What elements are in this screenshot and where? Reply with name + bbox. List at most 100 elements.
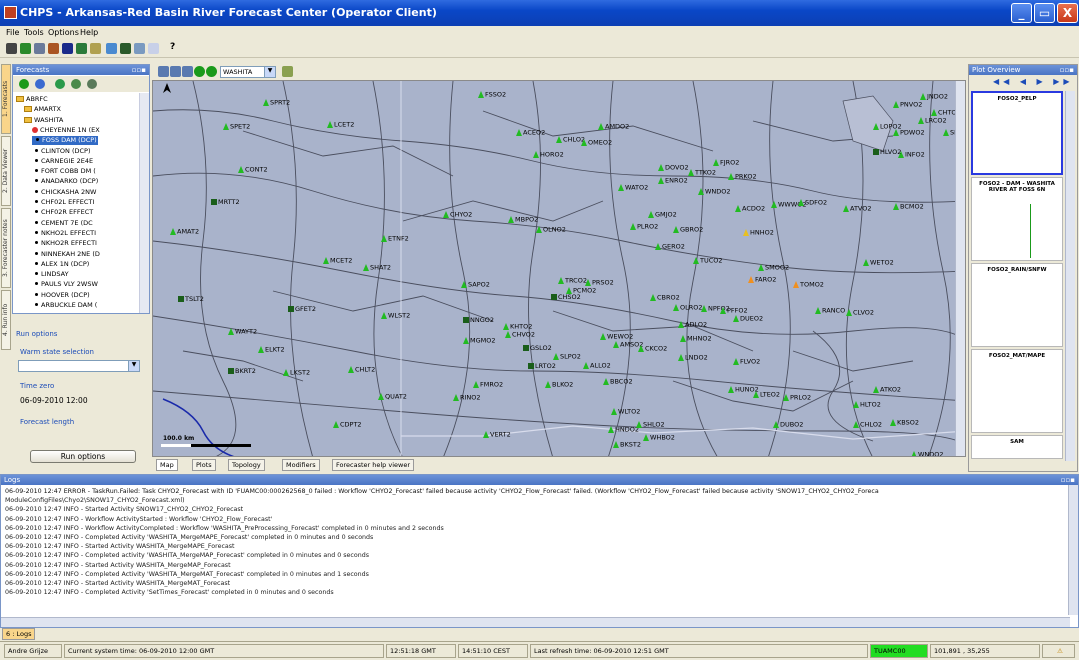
layers-icon[interactable] <box>282 66 293 77</box>
station-marker[interactable]: WATO2 <box>618 184 648 192</box>
station-marker[interactable]: CHYO2 <box>443 211 472 219</box>
station-marker[interactable]: INFO2 <box>898 151 925 159</box>
back-icon[interactable] <box>194 66 205 77</box>
station-marker[interactable]: AMDO2 <box>598 123 629 131</box>
station-marker[interactable]: GBRO2 <box>673 226 703 234</box>
station-marker[interactable]: MHNO2 <box>680 335 712 343</box>
station-marker[interactable]: ADLO2 <box>678 321 707 329</box>
station-marker[interactable]: HORO2 <box>533 151 564 159</box>
tree-node[interactable]: FOSS DAM (DCP) <box>32 136 98 146</box>
map-canvas[interactable]: 100.0 km SPRT2 FSSO2 SPET2 LCET2 ACEO2 AMDO2 C… <box>152 80 966 457</box>
tab-forecaster-help[interactable]: Forecaster help viewer <box>332 459 414 471</box>
station-marker[interactable]: HNHO2 <box>743 229 774 237</box>
info-icon[interactable] <box>148 43 159 54</box>
plot-scrollbar[interactable] <box>1065 91 1075 461</box>
station-marker[interactable]: CBRO2 <box>650 294 680 302</box>
station-marker[interactable]: CHLT2 <box>348 366 375 374</box>
tab-plots[interactable]: Plots <box>192 459 216 471</box>
station-marker[interactable]: FJRO2 <box>713 159 739 167</box>
station-marker[interactable]: RANCO <box>815 307 845 315</box>
pan-icon[interactable] <box>182 66 193 77</box>
station-marker[interactable]: VERT2 <box>483 431 511 439</box>
station-marker[interactable]: TUCO2 <box>693 257 723 265</box>
station-marker[interactable]: WNDO2 <box>911 451 944 456</box>
station-marker[interactable]: PRSO2 <box>585 279 614 287</box>
station-marker[interactable]: SLPO2 <box>553 353 581 361</box>
station-marker[interactable]: RINO2 <box>453 394 481 402</box>
station-marker[interactable]: HLVO2 <box>873 149 901 156</box>
zoom-out-icon[interactable] <box>170 66 181 77</box>
zoom-in-icon[interactable] <box>158 66 169 77</box>
station-marker[interactable]: BLKO2 <box>545 381 573 389</box>
station-marker[interactable]: AMAT2 <box>170 228 199 236</box>
station-marker[interactable]: TOMO2 <box>793 281 824 289</box>
station-marker[interactable]: CKCO2 <box>638 345 667 353</box>
tree-node[interactable]: NKHO2R EFFECTI <box>32 239 97 248</box>
station-marker[interactable]: PFFO2 <box>720 307 748 315</box>
tree-node[interactable]: WASHITA <box>24 116 63 125</box>
forward-icon[interactable] <box>206 66 217 77</box>
station-marker[interactable]: HNDO2 <box>608 426 639 434</box>
user-icon[interactable] <box>48 43 59 54</box>
station-marker[interactable]: BBCO2 <box>603 378 633 386</box>
tab-run-info[interactable]: 4. Run info <box>1 290 11 350</box>
station-marker[interactable]: GMJO2 <box>648 211 677 219</box>
doc-icon[interactable] <box>106 43 117 54</box>
station-marker[interactable]: CONT2 <box>238 166 268 174</box>
station-marker[interactable]: LOPO2 <box>873 123 902 131</box>
station-marker[interactable]: FLVO2 <box>733 358 760 366</box>
station-marker[interactable]: GERO2 <box>655 243 685 251</box>
station-marker[interactable]: ALLO2 <box>583 362 611 370</box>
plot-nav-icons[interactable]: ◀◀ ◀ ▶ ▶▶ <box>993 77 1074 86</box>
station-marker[interactable]: TTKO2 <box>688 169 716 177</box>
station-marker[interactable]: LKST2 <box>283 369 310 377</box>
station-marker[interactable]: BKST2 <box>613 441 641 449</box>
station-marker[interactable]: ACEO2 <box>516 129 545 137</box>
menu-tools[interactable]: Tools <box>24 28 44 37</box>
tree-node[interactable]: CHF02R EFFECT <box>32 208 93 217</box>
tab-data-viewer[interactable]: 2. Data Viewer <box>1 136 11 206</box>
shield-icon[interactable] <box>19 79 29 89</box>
pause-icon[interactable] <box>62 43 73 54</box>
clipboard-icon[interactable] <box>134 43 145 54</box>
station-marker[interactable]: ENRO2 <box>658 177 688 185</box>
chevron-down-icon[interactable]: ▼ <box>264 67 275 77</box>
station-marker[interactable]: SMOO2 <box>758 264 789 272</box>
station-marker[interactable]: DOVO2 <box>658 164 689 172</box>
tree-node[interactable]: PAULS VLY 2WSW <box>32 280 98 289</box>
station-marker[interactable]: WETO2 <box>863 259 894 267</box>
tree-node[interactable]: ABRFC <box>16 95 48 104</box>
station-marker[interactable]: BCMO2 <box>893 203 924 211</box>
station-marker[interactable]: TRCO2 <box>558 277 587 285</box>
tree-scrollbar[interactable] <box>139 93 149 313</box>
station-marker[interactable]: ETNF2 <box>381 235 409 243</box>
station-marker[interactable]: CHSO2 <box>551 294 581 301</box>
plot-foso2-dam[interactable]: FOSO2 - DAM - WASHITA RIVER AT FOSS 6N <box>971 177 1063 261</box>
station-marker[interactable]: FARO2 <box>748 276 776 284</box>
location-tree[interactable]: ABRFC AMARTX WASHITA CHEYENNE 1N (EX FOSS DA… <box>13 93 138 313</box>
tree-node[interactable]: ANADARKO (DCP) <box>32 177 98 186</box>
station-marker[interactable]: DUBO2 <box>773 421 803 429</box>
chart-icon[interactable] <box>20 43 31 54</box>
station-marker[interactable]: TSLT2 <box>178 296 204 303</box>
tab-logs[interactable]: 6 : Logs <box>2 628 36 640</box>
warning-icon[interactable]: ⚠ <box>1042 644 1075 658</box>
station-marker[interactable]: PRKO2 <box>728 173 757 181</box>
station-marker[interactable]: SDFO2 <box>798 199 827 207</box>
station-marker[interactable]: QUAT2 <box>378 393 407 401</box>
station-marker[interactable]: JNDO2 <box>920 93 948 101</box>
station-marker[interactable]: PNVO2 <box>893 101 922 109</box>
tab-modifiers[interactable]: Modifiers <box>282 459 320 471</box>
tree-node[interactable]: LINDSAY <box>32 270 69 279</box>
tree-node[interactable]: ARBUCKLE DAM ( <box>32 301 97 310</box>
tab-topology[interactable]: Topology <box>228 459 265 471</box>
plot-sam[interactable]: SAM <box>971 435 1063 459</box>
tab-forecasts[interactable]: 1. Forecasts <box>1 64 11 134</box>
chevron-down-icon[interactable]: ▼ <box>128 361 139 371</box>
station-marker[interactable]: NNGO2 <box>463 317 494 324</box>
run-options-button[interactable]: Run options <box>30 450 136 463</box>
globe-icon[interactable] <box>120 43 131 54</box>
station-marker[interactable]: CDPT2 <box>333 421 362 429</box>
tree-node[interactable]: CHEYENNE 1N (EX <box>32 126 100 135</box>
station-marker[interactable]: FSSO2 <box>478 91 506 99</box>
